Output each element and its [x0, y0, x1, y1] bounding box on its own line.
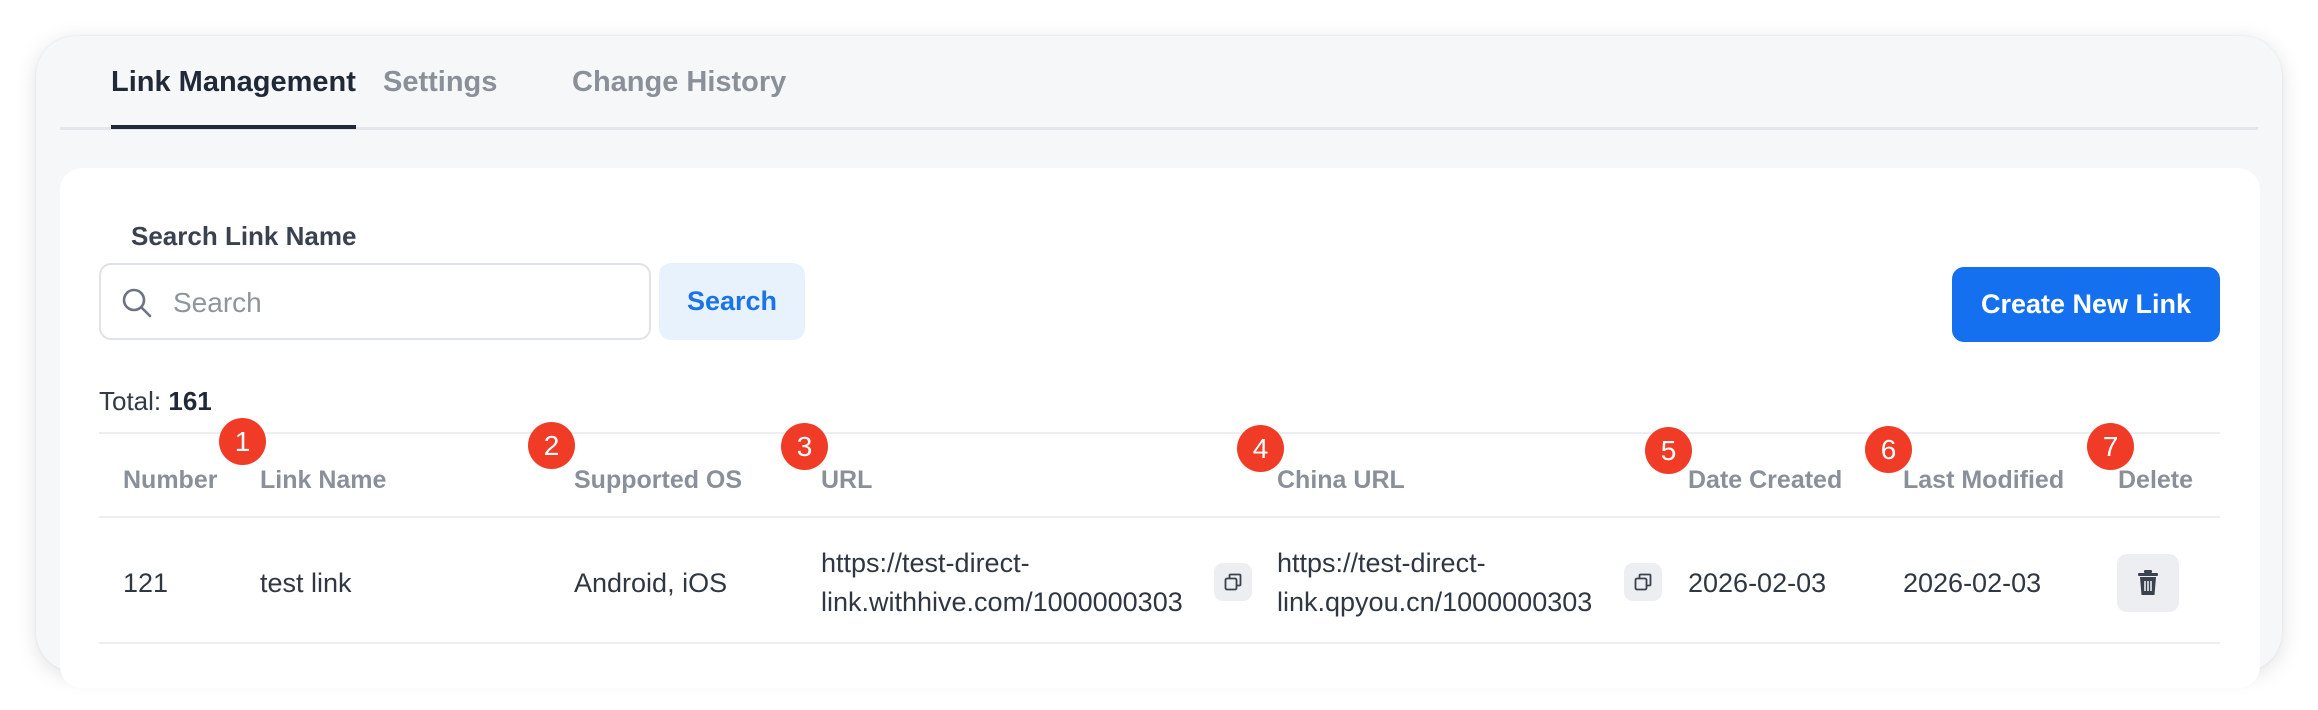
cell-date-created: 2026-02-03 — [1688, 568, 1827, 598]
annotation-marker-5: 5 — [1645, 427, 1692, 474]
tab-change-history[interactable]: Change History — [572, 66, 786, 124]
annotation-marker-3: 3 — [781, 423, 828, 470]
china-url-line-1: https://test-direct- — [1277, 548, 1486, 578]
cell-link-name: test link — [260, 568, 352, 598]
copy-icon — [1224, 573, 1242, 591]
column-header-link-name: Link Name — [260, 466, 387, 494]
annotation-marker-6: 6 — [1865, 426, 1912, 473]
search-icon — [122, 288, 152, 318]
search-input[interactable] — [171, 279, 635, 327]
column-header-number: Number — [123, 466, 218, 494]
cell-last-modified: 2026-02-03 — [1903, 568, 2042, 598]
copy-url-button[interactable] — [1214, 563, 1252, 601]
cell-url: https://test-direct- link.withhive.com/1… — [821, 544, 1183, 622]
delete-button[interactable] — [2117, 554, 2179, 612]
tab-link-management[interactable]: Link Management — [111, 66, 356, 129]
copy-china-url-button[interactable] — [1624, 563, 1662, 601]
total-label: Total: — [99, 386, 162, 416]
china-url-line-2: link.qpyou.cn/1000000303 — [1277, 587, 1593, 617]
search-field[interactable] — [99, 263, 651, 340]
search-label: Search Link Name — [131, 221, 357, 251]
tab-bar: Link Management Settings Change History — [60, 36, 2258, 130]
url-line-2: link.withhive.com/1000000303 — [821, 587, 1183, 617]
annotation-marker-7: 7 — [2087, 423, 2134, 470]
search-button[interactable]: Search — [659, 263, 805, 340]
column-header-china-url: China URL — [1277, 466, 1405, 494]
column-header-last-modified: Last Modified — [1903, 466, 2065, 494]
url-line-1: https://test-direct- — [821, 548, 1030, 578]
cell-number: 121 — [123, 568, 169, 598]
trash-icon — [2138, 570, 2158, 595]
create-new-link-button[interactable]: Create New Link — [1952, 267, 2220, 342]
link-management-panel: Link Management Settings Change History … — [36, 36, 2282, 688]
content-area: Search Link Name Search Create New Link … — [60, 168, 2260, 688]
column-header-url: URL — [821, 466, 873, 494]
tab-settings[interactable]: Settings — [383, 66, 497, 124]
column-header-delete: Delete — [2118, 466, 2194, 494]
cell-china-url: https://test-direct- link.qpyou.cn/10000… — [1277, 544, 1592, 622]
cell-supported-os: Android, iOS — [574, 568, 728, 598]
table-header-divider — [99, 516, 2220, 518]
total-value: 161 — [168, 386, 212, 416]
table-bottom-divider — [99, 642, 2220, 644]
column-header-date-created: Date Created — [1688, 466, 1843, 494]
total-count: Total: 161 — [99, 386, 212, 417]
annotation-marker-1: 1 — [219, 418, 266, 465]
annotation-marker-4: 4 — [1237, 425, 1284, 472]
column-header-supported-os: Supported OS — [574, 466, 743, 494]
annotation-marker-2: 2 — [528, 422, 575, 469]
copy-icon — [1634, 573, 1652, 591]
